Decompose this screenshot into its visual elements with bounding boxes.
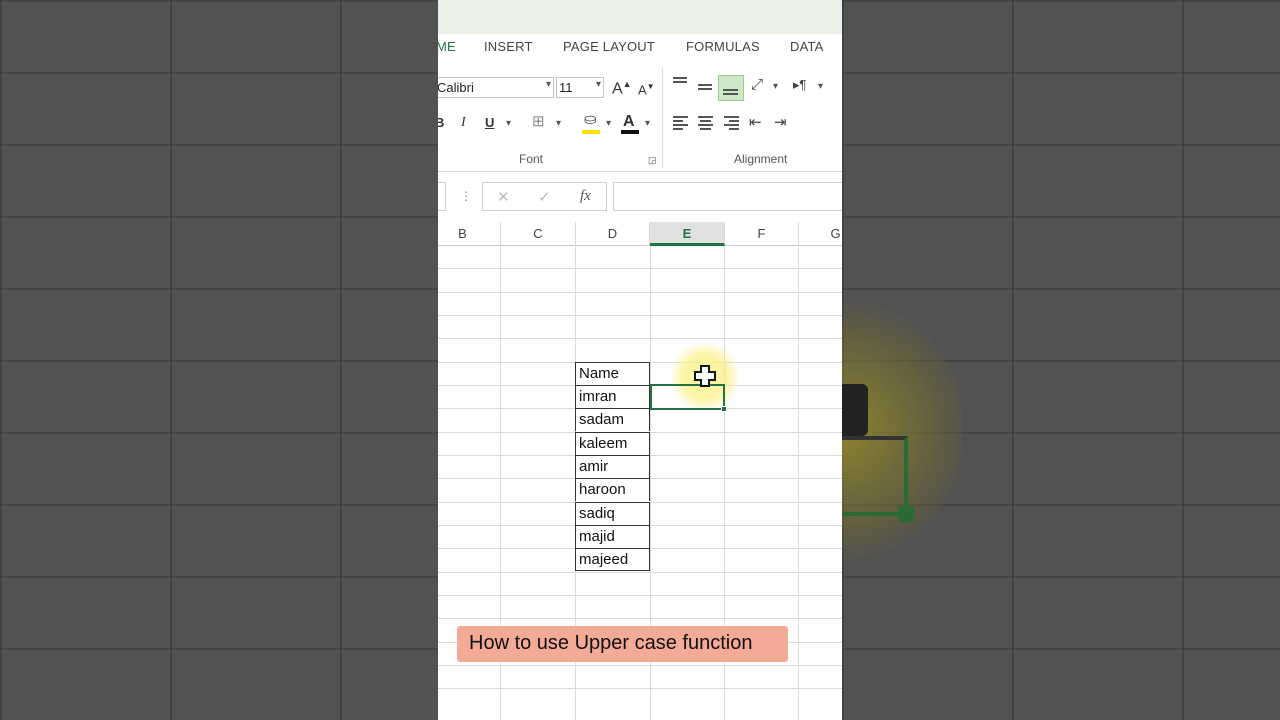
- align-right-icon[interactable]: [720, 112, 742, 134]
- ribbon-tabs: ME INSERT PAGE LAYOUT FORMULAS DATA: [438, 34, 842, 60]
- ribbon: Calibri ▾ 11 ▾ A▲ A▼ B I U ▾ ⊞ ▾ ⛀ ▾ A ▾…: [438, 60, 842, 172]
- chevron-down-icon[interactable]: ▾: [818, 81, 823, 92]
- grow-font-button[interactable]: A▲: [612, 79, 632, 98]
- tab-page-layout[interactable]: PAGE LAYOUT: [563, 39, 655, 54]
- font-size-select[interactable]: 11 ▾: [556, 77, 604, 98]
- shrink-font-icon: A: [638, 82, 647, 98]
- cell-d-name[interactable]: sadam: [575, 408, 650, 431]
- tab-insert[interactable]: INSERT: [484, 39, 533, 54]
- font-color-button[interactable]: A: [623, 113, 635, 131]
- middle-align-icon[interactable]: [694, 76, 716, 98]
- column-header-e[interactable]: E: [650, 222, 725, 246]
- cell-d-name[interactable]: majeed: [575, 548, 650, 571]
- align-center-icon[interactable]: [694, 112, 716, 134]
- column-header-d[interactable]: D: [576, 222, 650, 246]
- bottom-align-icon[interactable]: [718, 75, 744, 101]
- underline-button[interactable]: U: [485, 115, 494, 130]
- insert-function-icon[interactable]: fx: [580, 188, 591, 205]
- cell-cursor-icon: [694, 365, 716, 387]
- align-left-icon[interactable]: [669, 112, 691, 134]
- cell-d-name[interactable]: amir: [575, 455, 650, 478]
- bold-button[interactable]: B: [438, 115, 444, 130]
- blurred-background-left: [0, 0, 438, 720]
- column-headers: B C D E F G: [438, 222, 842, 246]
- chevron-down-icon[interactable]: ▾: [606, 118, 611, 129]
- chevron-down-icon: ▾: [595, 79, 601, 90]
- chevron-down-icon[interactable]: ▾: [645, 118, 650, 129]
- enter-icon[interactable]: ✓: [538, 188, 551, 206]
- fill-handle[interactable]: [721, 406, 727, 412]
- cancel-icon[interactable]: ✕: [497, 188, 510, 206]
- blurred-cursor-icon: [842, 384, 868, 436]
- borders-icon[interactable]: ⊞: [532, 114, 545, 129]
- tab-data[interactable]: DATA: [790, 39, 824, 54]
- excel-window: ME INSERT PAGE LAYOUT FORMULAS DATA Cali…: [438, 0, 842, 720]
- formula-bar: ⋮ ✕ ✓ fx: [438, 172, 842, 222]
- cell-d-name[interactable]: sadiq: [575, 502, 650, 525]
- formula-input[interactable]: [613, 182, 842, 211]
- column-header-c[interactable]: C: [501, 222, 576, 246]
- tab-home[interactable]: ME: [438, 39, 456, 54]
- tab-formulas[interactable]: FORMULAS: [686, 39, 760, 54]
- blurred-fill-handle: [898, 506, 914, 522]
- font-color-swatch: [621, 130, 639, 134]
- fill-color-icon[interactable]: ⛀: [584, 112, 597, 127]
- italic-button[interactable]: I: [461, 115, 466, 131]
- column-header-b[interactable]: B: [438, 222, 501, 246]
- grow-font-icon: A: [612, 80, 623, 98]
- column-header-f[interactable]: F: [725, 222, 799, 246]
- more-options-icon[interactable]: ⋮: [460, 189, 472, 203]
- top-align-icon[interactable]: [669, 73, 691, 95]
- title-bar: [438, 0, 842, 34]
- text-direction-icon[interactable]: ▸¶: [793, 78, 807, 91]
- alignment-group-label: Alignment: [734, 152, 788, 166]
- font-name-value: Calibri: [438, 80, 474, 95]
- chevron-down-icon[interactable]: ▾: [773, 81, 778, 92]
- chevron-down-icon: ▾: [545, 79, 551, 90]
- blurred-selected-cell: [842, 436, 908, 516]
- decrease-indent-icon[interactable]: ⇤: [749, 115, 762, 130]
- fill-color-swatch: [582, 130, 600, 134]
- video-caption: How to use Upper case function: [457, 626, 788, 662]
- cell-d-name[interactable]: imran: [575, 385, 650, 408]
- chevron-down-icon[interactable]: ▾: [556, 118, 561, 129]
- name-box[interactable]: [438, 182, 446, 211]
- cell-d-header[interactable]: Name: [575, 362, 650, 385]
- font-name-select[interactable]: Calibri ▾: [438, 77, 554, 98]
- orientation-icon[interactable]: ⤢: [751, 77, 763, 92]
- font-group-label: Font: [519, 152, 544, 166]
- caption-text: How to use Upper case function: [469, 632, 753, 654]
- chevron-down-icon[interactable]: ▾: [506, 118, 511, 129]
- cell-d-name[interactable]: kaleem: [575, 432, 650, 455]
- font-size-value: 11: [559, 80, 573, 95]
- shrink-font-button[interactable]: A▼: [638, 82, 655, 97]
- formula-buttons: ✕ ✓ fx: [482, 182, 607, 211]
- cell-d-name[interactable]: majid: [575, 525, 650, 548]
- cell-d-name[interactable]: haroon: [575, 478, 650, 501]
- increase-indent-icon[interactable]: ⇥: [774, 115, 787, 130]
- group-divider: [662, 68, 663, 168]
- worksheet-grid[interactable]: Name imran sadam kaleem amir haroon sadi…: [438, 246, 842, 720]
- dialog-launcher-icon[interactable]: ◲: [648, 155, 657, 166]
- column-header-g[interactable]: G: [799, 222, 842, 246]
